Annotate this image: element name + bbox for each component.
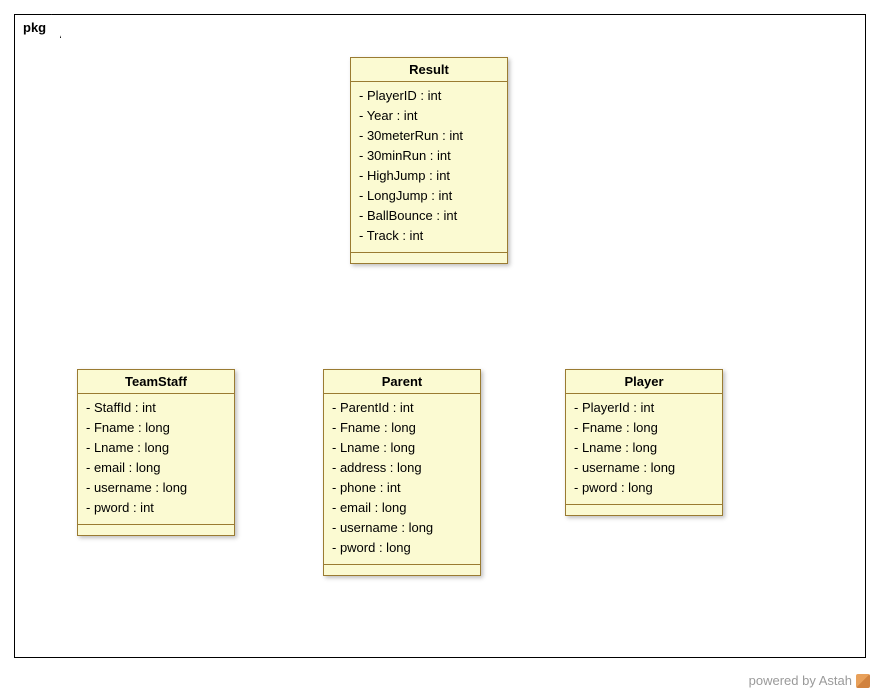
class-attr: - Lname : long <box>86 438 226 458</box>
class-title: TeamStaff <box>78 370 234 394</box>
class-attr: - Lname : long <box>332 438 472 458</box>
package-tab: pkg <box>14 14 61 38</box>
package-frame: pkg Result - PlayerID : int - Year : int… <box>14 14 866 658</box>
class-attr: - Fname : long <box>574 418 714 438</box>
package-name: pkg <box>23 20 46 35</box>
class-player: Player - PlayerId : int - Fname : long -… <box>565 369 723 516</box>
class-attr: - HighJump : int <box>359 166 499 186</box>
class-attr: - BallBounce : int <box>359 206 499 226</box>
class-attr: - PlayerId : int <box>574 398 714 418</box>
class-attrs: - PlayerId : int - Fname : long - Lname … <box>566 394 722 505</box>
class-attr: - email : long <box>86 458 226 478</box>
class-parent: Parent - ParentId : int - Fname : long -… <box>323 369 481 576</box>
class-attr: - pword : int <box>86 498 226 518</box>
class-attr: - Year : int <box>359 106 499 126</box>
class-attr: - username : long <box>332 518 472 538</box>
class-attr: - address : long <box>332 458 472 478</box>
class-attr: - 30minRun : int <box>359 146 499 166</box>
class-title: Player <box>566 370 722 394</box>
astah-icon <box>856 674 870 688</box>
class-attr: - username : long <box>86 478 226 498</box>
class-attr: - StaffId : int <box>86 398 226 418</box>
class-ops <box>324 565 480 575</box>
class-ops <box>78 525 234 535</box>
class-attr: - email : long <box>332 498 472 518</box>
class-teamstaff: TeamStaff - StaffId : int - Fname : long… <box>77 369 235 536</box>
class-attr: - Fname : long <box>332 418 472 438</box>
class-attr: - 30meterRun : int <box>359 126 499 146</box>
class-attr: - ParentId : int <box>332 398 472 418</box>
class-ops <box>351 253 507 263</box>
class-attr: - Lname : long <box>574 438 714 458</box>
class-attr: - pword : long <box>574 478 714 498</box>
class-attr: - Fname : long <box>86 418 226 438</box>
footer-text: powered by Astah <box>749 673 852 688</box>
class-attrs: - PlayerID : int - Year : int - 30meterR… <box>351 82 507 253</box>
class-attrs: - StaffId : int - Fname : long - Lname :… <box>78 394 234 525</box>
class-result: Result - PlayerID : int - Year : int - 3… <box>350 57 508 264</box>
class-attr: - Track : int <box>359 226 499 246</box>
class-attr: - pword : long <box>332 538 472 558</box>
footer-watermark: powered by Astah <box>749 673 870 688</box>
class-attr: - username : long <box>574 458 714 478</box>
class-title: Parent <box>324 370 480 394</box>
class-ops <box>566 505 722 515</box>
class-attr: - phone : int <box>332 478 472 498</box>
class-attrs: - ParentId : int - Fname : long - Lname … <box>324 394 480 565</box>
class-attr: - PlayerID : int <box>359 86 499 106</box>
class-title: Result <box>351 58 507 82</box>
class-attr: - LongJump : int <box>359 186 499 206</box>
